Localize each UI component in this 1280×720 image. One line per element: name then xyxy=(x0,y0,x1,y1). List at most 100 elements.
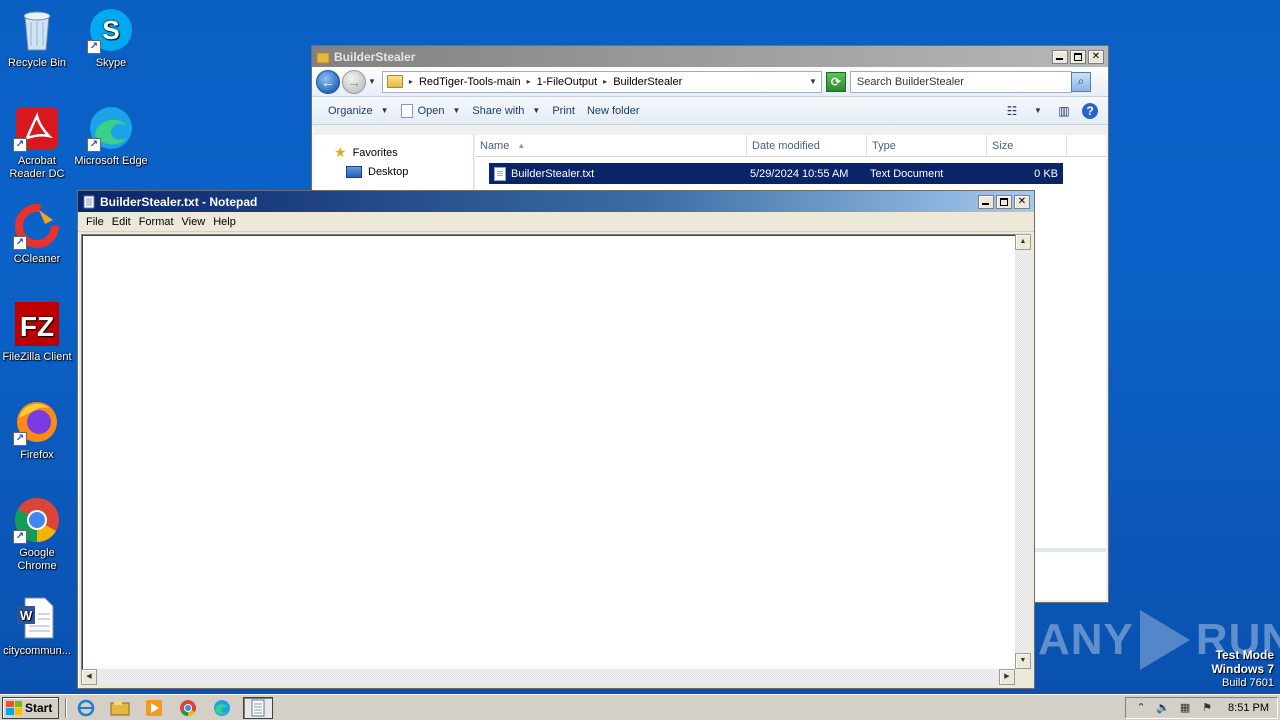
nav-desktop[interactable]: Desktop xyxy=(334,162,473,181)
organize-button[interactable]: Organize ▼ xyxy=(322,100,395,122)
recycle-bin-icon xyxy=(13,6,61,54)
column-type[interactable]: Type xyxy=(867,135,987,156)
close-button[interactable]: ✕ xyxy=(1014,194,1030,209)
menu-format[interactable]: Format xyxy=(135,216,178,228)
recent-pages-dropdown[interactable]: ▼ xyxy=(368,77,376,86)
breadcrumb-item[interactable]: BuilderStealer xyxy=(613,76,682,88)
play-icon xyxy=(1139,610,1190,670)
breadcrumb-item[interactable]: RedTiger-Tools-main xyxy=(419,76,521,88)
desktop-icon-skype[interactable]: S ↗ Skype xyxy=(74,6,148,70)
explorer-titlebar[interactable]: BuilderStealer ✕ xyxy=(312,46,1108,67)
chevron-down-icon[interactable]: ▼ xyxy=(1030,103,1046,119)
clock[interactable]: 8:51 PM xyxy=(1228,702,1269,714)
chrome-icon[interactable] xyxy=(175,697,201,719)
menu-file[interactable]: File xyxy=(82,216,108,228)
forward-button[interactable]: → xyxy=(342,69,366,94)
minimize-button[interactable] xyxy=(1052,49,1068,64)
desktop-icon-filezilla[interactable]: FZ FileZilla Client xyxy=(0,300,74,364)
taskbar: Start ⌃ 🔈 ▦ ⚑ 8:51 PM xyxy=(0,694,1280,720)
desktop-icon-acrobat[interactable]: ↗ Acrobat Reader DC xyxy=(0,104,74,181)
open-button[interactable]: Open ▼ xyxy=(395,100,467,122)
chevron-icon[interactable]: ▸ xyxy=(409,77,413,86)
notepad-window[interactable]: BuilderStealer.txt - Notepad ✕ File Edit… xyxy=(77,190,1035,689)
desktop-icon xyxy=(346,165,362,178)
chrome-icon: ↗ xyxy=(13,496,61,544)
filezilla-icon: FZ xyxy=(13,300,61,348)
help-icon[interactable]: ? xyxy=(1082,102,1098,119)
address-bar[interactable]: ▸ RedTiger-Tools-main ▸ 1-FileOutput ▸ B… xyxy=(381,70,822,93)
volume-icon[interactable]: 🔈 xyxy=(1156,701,1170,715)
maximize-button[interactable] xyxy=(996,194,1012,209)
network-icon[interactable]: ▦ xyxy=(1178,701,1192,715)
print-button[interactable]: Print xyxy=(546,100,581,122)
explorer-title: BuilderStealer xyxy=(334,49,416,64)
search-icon[interactable]: ⌕ xyxy=(1070,71,1091,92)
desktop-icon-recycle-bin[interactable]: Recycle Bin xyxy=(0,6,74,70)
desktop-icon-label: CCleaner xyxy=(13,253,61,265)
column-size[interactable]: Size xyxy=(987,135,1067,156)
notepad-titlebar[interactable]: BuilderStealer.txt - Notepad ✕ xyxy=(78,191,1034,212)
notepad-icon xyxy=(82,195,96,209)
refresh-button[interactable]: ⟳ xyxy=(825,71,846,92)
column-name[interactable]: Name ▲ xyxy=(475,135,747,156)
organize-label: Organize xyxy=(328,104,373,117)
edge-icon[interactable] xyxy=(209,697,235,719)
search-input[interactable]: Search BuilderStealer xyxy=(849,70,1072,93)
text-editor[interactable] xyxy=(81,234,1031,685)
acrobat-icon: ↗ xyxy=(13,104,61,152)
start-label: Start xyxy=(25,700,53,715)
taskbar-separator xyxy=(65,697,68,718)
windows-logo-icon xyxy=(6,700,22,715)
notepad-title: BuilderStealer.txt - Notepad xyxy=(100,194,258,209)
star-icon: ★ xyxy=(334,144,347,160)
firefox-icon: ↗ xyxy=(13,398,61,446)
chevron-down-icon: ▼ xyxy=(532,106,541,115)
shortcut-arrow-icon: ↗ xyxy=(87,40,101,54)
share-with-button[interactable]: Share with ▼ xyxy=(466,100,546,122)
media-player-icon[interactable] xyxy=(141,697,167,719)
svg-text:S: S xyxy=(102,15,119,45)
back-button[interactable]: ← xyxy=(316,69,340,94)
svg-text:FZ: FZ xyxy=(20,311,54,342)
show-hidden-icons-icon[interactable]: ⌃ xyxy=(1134,701,1148,715)
file-row-selected[interactable]: BuilderStealer.txt 5/29/2024 10:55 AM Te… xyxy=(489,163,1063,184)
sort-up-icon: ▲ xyxy=(517,141,526,150)
preview-pane-icon[interactable]: ▥ xyxy=(1056,103,1072,119)
desktop-icon-edge[interactable]: ↗ Microsoft Edge xyxy=(74,104,148,168)
menu-help[interactable]: Help xyxy=(209,216,240,228)
file-explorer-icon[interactable] xyxy=(107,697,133,719)
desktop-icon-label: Firefox xyxy=(20,449,54,461)
shortcut-arrow-icon: ↗ xyxy=(13,138,27,152)
nav-favorites[interactable]: ★ Favorites xyxy=(334,143,473,162)
notepad-taskbar-button[interactable] xyxy=(243,696,274,719)
desktop-icon-firefox[interactable]: ↗ Firefox xyxy=(0,398,74,462)
menu-edit[interactable]: Edit xyxy=(108,216,135,228)
view-options-icon[interactable]: ☷ xyxy=(1004,103,1020,119)
notepad-icon xyxy=(400,103,413,118)
menu-view[interactable]: View xyxy=(178,216,210,228)
chevron-icon[interactable]: ▸ xyxy=(603,77,607,86)
test-mode-line1: Test Mode xyxy=(1215,648,1274,662)
test-mode-label: Test Mode Windows 7 Build 7601 xyxy=(1211,648,1274,690)
internet-explorer-icon[interactable] xyxy=(73,697,99,719)
breadcrumb-item[interactable]: 1-FileOutput xyxy=(537,76,598,88)
desktop-icon-label: Microsoft Edge xyxy=(74,155,148,167)
new-folder-button[interactable]: New folder xyxy=(581,100,646,122)
text-file-icon xyxy=(494,166,506,181)
close-button[interactable]: ✕ xyxy=(1088,49,1104,64)
nav-favorites-label: Favorites xyxy=(352,146,398,159)
address-dropdown-icon[interactable]: ▼ xyxy=(809,77,817,86)
flag-icon[interactable]: ⚑ xyxy=(1200,701,1214,715)
minimize-button[interactable] xyxy=(978,194,994,209)
maximize-button[interactable] xyxy=(1070,49,1086,64)
file-size: 0 KB xyxy=(1034,167,1058,180)
command-bar: Organize ▼ Open ▼ Share with ▼ Print New fo… xyxy=(312,97,1108,125)
address-row: ← → ▼ ▸ RedTiger-Tools-main ▸ 1-FileOutp… xyxy=(312,67,1108,97)
desktop-icon-chrome[interactable]: ↗ Google Chrome xyxy=(0,496,74,573)
desktop-icon-ccleaner[interactable]: ↗ CCleaner xyxy=(0,202,74,266)
chevron-icon[interactable]: ▸ xyxy=(527,77,531,86)
desktop-icon-label: Google Chrome xyxy=(17,547,57,572)
column-date[interactable]: Date modified xyxy=(747,135,867,156)
start-button[interactable]: Start xyxy=(2,696,60,719)
desktop-icon-word-doc[interactable]: W citycommun... xyxy=(0,594,74,658)
